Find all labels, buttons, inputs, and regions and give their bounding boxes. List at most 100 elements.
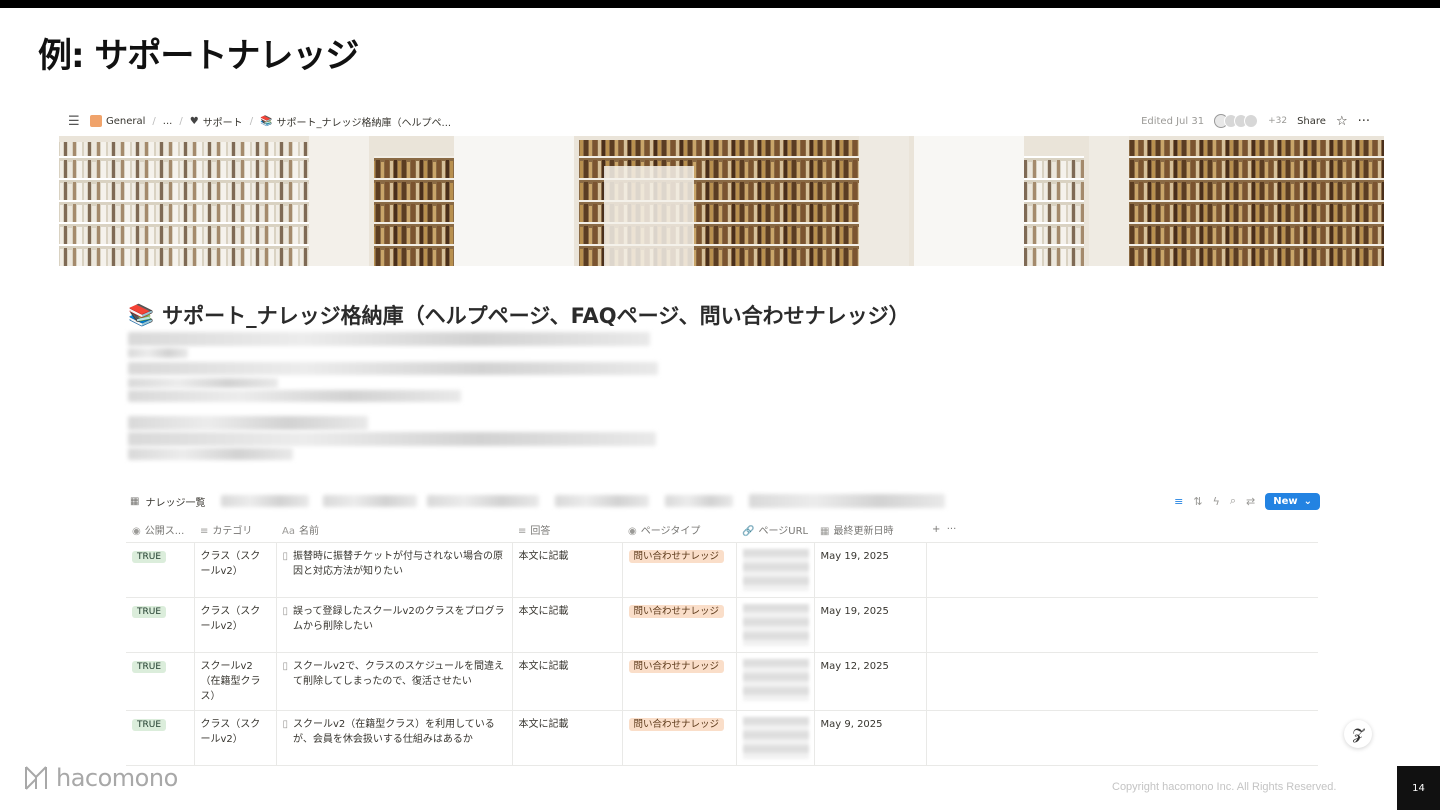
books-icon: 📚 xyxy=(128,302,155,327)
library-cover-illustration xyxy=(59,136,1384,266)
star-icon[interactable]: ☆ xyxy=(1336,114,1348,129)
category-cell[interactable]: クラス（スクールv2） xyxy=(194,542,277,598)
answer-cell[interactable]: 本文に記載 xyxy=(512,542,623,598)
column-header-category[interactable]: ≡ カテゴリ xyxy=(194,518,276,543)
page-type-cell[interactable]: 問い合わせナレッジ xyxy=(622,710,737,766)
updated-cell[interactable]: May 12, 2025 xyxy=(814,652,927,711)
page-url-cell[interactable] xyxy=(736,542,815,598)
blurred-text xyxy=(128,448,293,460)
table-icon: ▦ xyxy=(130,495,140,507)
status-badge: TRUE xyxy=(132,605,167,618)
cover-image xyxy=(59,136,1384,266)
status-badge: TRUE xyxy=(132,550,167,563)
sidebar-menu-icon[interactable]: ☰ xyxy=(68,114,82,129)
updated-cell[interactable]: May 9, 2025 xyxy=(814,710,927,766)
blurred-url xyxy=(742,658,809,701)
breadcrumb-current-page[interactable]: 📚 サポート_ナレッジ格納庫（ヘルプペ... xyxy=(260,114,451,129)
answer-cell[interactable]: 本文に記載 xyxy=(512,710,623,766)
blurred-text xyxy=(128,432,656,446)
table-row[interactable]: TRUE クラス（スクールv2） ▯ 振替時に振替チケットが付与されない場合の原因… xyxy=(126,542,1318,598)
avatar-group[interactable] xyxy=(1214,114,1259,128)
category-cell[interactable]: スクールv2（在籍型クラス） xyxy=(194,652,277,711)
blurred-view-tab xyxy=(555,495,650,507)
name-cell[interactable]: ▯ スクールv2で、クラスのスケジュールを間違えて削除してしまったので、復活させた… xyxy=(276,652,513,711)
database-tools: ≡ ⇅ ϟ ⌕ ⇄ New ⌄ xyxy=(1174,492,1320,510)
more-icon[interactable]: ··· xyxy=(1358,114,1370,129)
slide-top-bar xyxy=(0,0,1440,8)
column-header-answer[interactable]: ≡ 回答 xyxy=(512,518,622,543)
add-column-button[interactable]: + ··· xyxy=(926,518,1318,543)
name-cell[interactable]: ▯ スクールv2（在籍型クラス）を利用しているが、会員を休会扱いする仕組みはあるか xyxy=(276,710,513,766)
status-badge: TRUE xyxy=(132,718,167,731)
page-type-cell[interactable]: 問い合わせナレッジ xyxy=(622,542,737,598)
share-button[interactable]: Share xyxy=(1297,116,1326,127)
home-icon xyxy=(90,115,102,127)
settings-icon[interactable]: ⇄ xyxy=(1246,495,1255,508)
empty-cell xyxy=(926,652,1318,711)
plus-icon[interactable]: + xyxy=(932,524,940,535)
empty-cell xyxy=(926,710,1318,766)
page-type-badge: 問い合わせナレッジ xyxy=(628,717,725,731)
status-cell[interactable]: TRUE xyxy=(126,542,195,598)
page-type-cell[interactable]: 問い合わせナレッジ xyxy=(622,652,737,711)
database-toolbar: ▦ ナレッジ一覧 ≡ ⇅ ϟ ⌕ ⇄ New ⌄ xyxy=(130,490,1320,512)
column-header-page-url[interactable]: 🔗 ページURL xyxy=(736,518,814,543)
page-type-cell[interactable]: 問い合わせナレッジ xyxy=(622,597,737,653)
sort-icon[interactable]: ⇅ xyxy=(1193,495,1202,508)
column-header-updated[interactable]: ▦ 最終更新日時 xyxy=(814,518,926,543)
status-badge: TRUE xyxy=(132,660,167,673)
knowledge-table: ◉ 公開ス... ≡ カテゴリ Aa 名前 ≡ 回答 ◉ ページタイプ 🔗 ページURL ▦… xyxy=(126,518,1318,766)
status-cell[interactable]: TRUE xyxy=(126,710,195,766)
blurred-text xyxy=(128,362,658,375)
page-url-cell[interactable] xyxy=(736,710,815,766)
document-icon: ▯ xyxy=(282,605,289,617)
breadcrumb-support[interactable]: ♥ サポート xyxy=(190,114,243,129)
search-icon[interactable]: ⌕ xyxy=(1230,494,1236,508)
updated-cell[interactable]: May 19, 2025 xyxy=(814,597,927,653)
status-cell[interactable]: TRUE xyxy=(126,652,195,711)
slide-title: 例: サポートナレッジ xyxy=(38,36,359,76)
avatar xyxy=(1244,114,1259,128)
blurred-url xyxy=(742,548,809,591)
page-url-cell[interactable] xyxy=(736,652,815,711)
hacomono-mark-icon xyxy=(25,766,47,790)
column-header-status[interactable]: ◉ 公開ス... xyxy=(126,518,194,543)
empty-cell xyxy=(926,542,1318,598)
new-button[interactable]: New ⌄ xyxy=(1265,492,1320,510)
column-header-name[interactable]: Aa 名前 xyxy=(276,518,512,543)
page-title: 📚 サポート_ナレッジ格納庫（ヘルプページ、FAQページ、問い合わせナレッジ） xyxy=(128,302,910,329)
chevron-down-icon: ⌄ xyxy=(1303,495,1312,507)
automation-icon[interactable]: ϟ xyxy=(1213,495,1220,508)
ai-assistant-button[interactable]: 𝓩 xyxy=(1344,720,1372,748)
topbar-actions: Edited Jul 31 +32 Share ☆ ··· xyxy=(1141,114,1370,129)
table-row[interactable]: TRUE スクールv2（在籍型クラス） ▯ スクールv2で、クラスのスケジュールを… xyxy=(126,652,1318,711)
blurred-view-tab xyxy=(749,494,946,508)
more-icon[interactable]: ··· xyxy=(947,524,957,535)
page-url-cell[interactable] xyxy=(736,597,815,653)
breadcrumb-general[interactable]: General xyxy=(90,115,145,127)
view-tab[interactable]: ▦ ナレッジ一覧 xyxy=(130,494,205,509)
name-cell[interactable]: ▯ 誤って登録したスクールv2のクラスをプログラムから削除したい xyxy=(276,597,513,653)
empty-cell xyxy=(926,597,1318,653)
blurred-text xyxy=(128,332,650,346)
answer-cell[interactable]: 本文に記載 xyxy=(512,597,623,653)
table-row[interactable]: TRUE クラス（スクールv2） ▯ 誤って登録したスクールv2のクラスをプログラ… xyxy=(126,597,1318,653)
breadcrumb-ellipsis[interactable]: ... xyxy=(163,116,173,127)
breadcrumb-separator: / xyxy=(179,115,183,127)
status-cell[interactable]: TRUE xyxy=(126,597,195,653)
document-icon: ▯ xyxy=(282,718,289,730)
blurred-view-tab xyxy=(665,495,734,507)
answer-cell[interactable]: 本文に記載 xyxy=(512,652,623,711)
blurred-text xyxy=(128,416,368,430)
table-row[interactable]: TRUE クラス（スクールv2） ▯ スクールv2（在籍型クラス）を利用しているが… xyxy=(126,710,1318,766)
column-header-page-type[interactable]: ◉ ページタイプ xyxy=(622,518,736,543)
blurred-view-tab xyxy=(221,495,310,507)
category-cell[interactable]: クラス（スクールv2） xyxy=(194,710,277,766)
category-cell[interactable]: クラス（スクールv2） xyxy=(194,597,277,653)
blurred-url xyxy=(742,603,809,646)
updated-cell[interactable]: May 19, 2025 xyxy=(814,542,927,598)
books-icon: 📚 xyxy=(260,115,273,127)
name-cell[interactable]: ▯ 振替時に振替チケットが付与されない場合の原因と対応方法が知りたい xyxy=(276,542,513,598)
filter-icon[interactable]: ≡ xyxy=(1174,495,1183,508)
blurred-text xyxy=(128,348,188,358)
